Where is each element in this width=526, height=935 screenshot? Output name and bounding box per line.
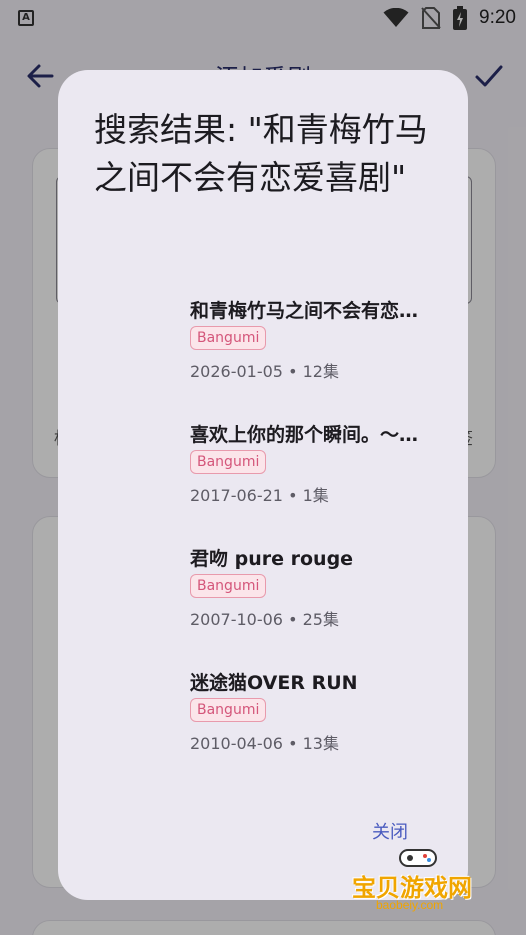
result-title: 迷途猫OVER RUN bbox=[190, 672, 358, 694]
cover-thumbnail bbox=[98, 662, 182, 772]
result-item[interactable]: 迷途猫OVER RUN Bangumi 2010-04-06 • 13集 bbox=[58, 662, 468, 786]
search-results-dialog: 搜索结果: "和青梅竹马之间不会有恋爱喜剧" 和青梅竹马之间不会有恋爱喜剧 Ba… bbox=[58, 70, 468, 900]
source-badge: Bangumi bbox=[190, 450, 267, 474]
result-item[interactable]: 喜欢上你的那个瞬间。～告白实行委员会～ Bangumi 2017-06-21 •… bbox=[58, 414, 468, 538]
cover-thumbnail bbox=[98, 290, 182, 400]
watermark-url: baobeiy.com bbox=[376, 898, 444, 912]
result-title: 喜欢上你的那个瞬间。～告白实行委员会～ bbox=[190, 424, 426, 446]
result-meta: 2017-06-21 • 1集 bbox=[190, 486, 329, 505]
result-title: 君吻 pure rouge bbox=[190, 548, 354, 570]
source-badge: Bangumi bbox=[190, 574, 267, 598]
result-item[interactable]: 和青梅竹马之间不会有恋爱喜剧 Bangumi 2026-01-05 • 12集 bbox=[58, 290, 468, 414]
dialog-title: 搜索结果: "和青梅竹马之间不会有恋爱喜剧" bbox=[94, 110, 428, 197]
result-meta: 2007-10-06 • 25集 bbox=[190, 610, 339, 629]
gamepad-icon bbox=[399, 849, 437, 867]
source-badge: Bangumi bbox=[190, 326, 267, 350]
cover-thumbnail bbox=[98, 414, 182, 524]
result-item[interactable]: 君吻 pure rouge Bangumi 2007-10-06 • 25集 bbox=[58, 538, 468, 662]
source-badge: Bangumi bbox=[190, 698, 267, 722]
results-list: 和青梅竹马之间不会有恋爱喜剧 Bangumi 2026-01-05 • 12集 … bbox=[58, 290, 468, 786]
watermark-logo: 宝贝游戏网 baobeiy.com bbox=[350, 846, 500, 916]
result-title: 和青梅竹马之间不会有恋爱喜剧 bbox=[190, 300, 426, 322]
result-meta: 2010-04-06 • 13集 bbox=[190, 734, 339, 753]
close-button[interactable]: 关闭 bbox=[372, 818, 408, 844]
cover-thumbnail bbox=[98, 538, 182, 648]
result-meta: 2026-01-05 • 12集 bbox=[190, 362, 339, 381]
